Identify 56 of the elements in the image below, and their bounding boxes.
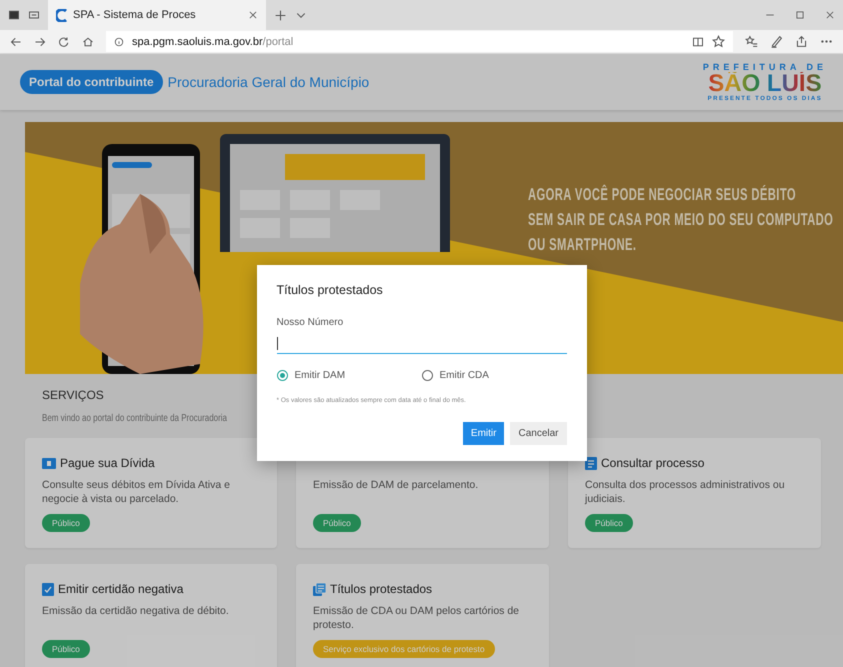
page-icon — [56, 8, 67, 22]
access-badge: Público — [585, 514, 633, 532]
access-badge: Serviço exclusivo dos cartórios de protesto — [313, 640, 495, 658]
access-badge: Público — [42, 514, 90, 532]
section-subtitle: Bem vindo ao portal do contribuinte da Procuradoria — [42, 413, 227, 424]
clipboard-check-icon — [42, 582, 54, 596]
card-description: Consulte seus débitos em Dívida Ativa e negocie à vista ou parcelado. — [42, 478, 231, 506]
browser-tab[interactable]: SPA - Sistema de Proces — [48, 0, 266, 30]
radio-option[interactable]: Emitir DAM — [276, 370, 422, 381]
card-title: Consultar processo — [601, 456, 704, 470]
home-icon[interactable] — [82, 36, 94, 48]
access-badge: Público — [313, 514, 361, 532]
back-icon[interactable] — [10, 36, 22, 48]
tab-preview-icon[interactable] — [28, 9, 40, 21]
banner-headline: OU SMARTPHONE. — [528, 235, 636, 255]
card-title: Emitir certidão negativa — [58, 582, 184, 596]
pen-icon[interactable] — [770, 35, 783, 48]
section-title: SERVIÇOS — [42, 388, 104, 402]
plus-icon[interactable] — [274, 8, 287, 22]
tab-list-icon[interactable] — [8, 9, 20, 21]
star-icon[interactable] — [712, 35, 725, 48]
dialog-title: Títulos protestados — [276, 283, 384, 297]
service-card[interactable]: Títulos protestados Emissão de CDA ou DAM pelos cartórios de protesto. Serviço exclusivo dos cartórios de protesto — [296, 564, 549, 667]
close-icon[interactable] — [825, 10, 835, 20]
service-card[interactable]: Emitir certidão negativa Emissão da certidão negativa de débito. Público — [25, 564, 277, 667]
card-description: Emissão de CDA ou DAM pelos cartórios de protesto. — [313, 604, 520, 632]
banknote-icon — [42, 458, 56, 468]
radio-icon[interactable] — [422, 370, 432, 381]
field-label: Nosso Número — [276, 317, 344, 328]
card-description: Consulta dos processos administrativos ou judiciais. — [585, 478, 786, 506]
maximize-icon[interactable] — [795, 10, 805, 20]
reading-view-icon[interactable] — [692, 36, 704, 48]
share-icon[interactable] — [795, 35, 808, 48]
service-card[interactable]: Consultar processo Consulta dos processos administrativos ou judiciais. Público — [568, 438, 821, 548]
banner-headline: AGORA VOCÊ PODE NEGOCIAR SEUS DÉBITO — [528, 185, 796, 205]
radio-icon[interactable] — [276, 370, 288, 381]
info-icon — [114, 36, 124, 46]
refresh-icon[interactable] — [58, 36, 70, 48]
radio-option[interactable]: Emitir CDA — [422, 370, 566, 381]
documents-icon — [313, 582, 326, 596]
card-title: Pague sua Dívida — [60, 456, 155, 470]
card-description: Emissão da certidão negativa de débito. — [42, 604, 230, 619]
text-cursor — [276, 337, 278, 350]
forward-icon[interactable] — [34, 36, 46, 48]
close-icon[interactable] — [248, 10, 258, 20]
address-bar[interactable]: spa.pgm.saoluis.ma.gov.br/portal — [106, 31, 733, 52]
logo-text: PREFEITURA DE — [702, 62, 827, 72]
input-field[interactable] — [276, 334, 566, 354]
submit-button[interactable]: Emitir — [462, 422, 504, 445]
card-title: Títulos protestados — [330, 582, 432, 596]
service-card[interactable]: Pague sua Dívida Consulte seus débitos em Dívida Ativa e negocie à vista ou parcelado. Público — [25, 438, 277, 548]
banner-headline: SEM SAIR DE CASA POR MEIO DO SEU COMPUTADO — [528, 210, 834, 230]
card-description: Emissão de DAM de parcelamento. — [313, 478, 480, 493]
cancel-button[interactable]: Cancelar — [510, 422, 566, 445]
access-badge: Público — [42, 640, 90, 658]
favorites-icon[interactable] — [745, 35, 758, 48]
